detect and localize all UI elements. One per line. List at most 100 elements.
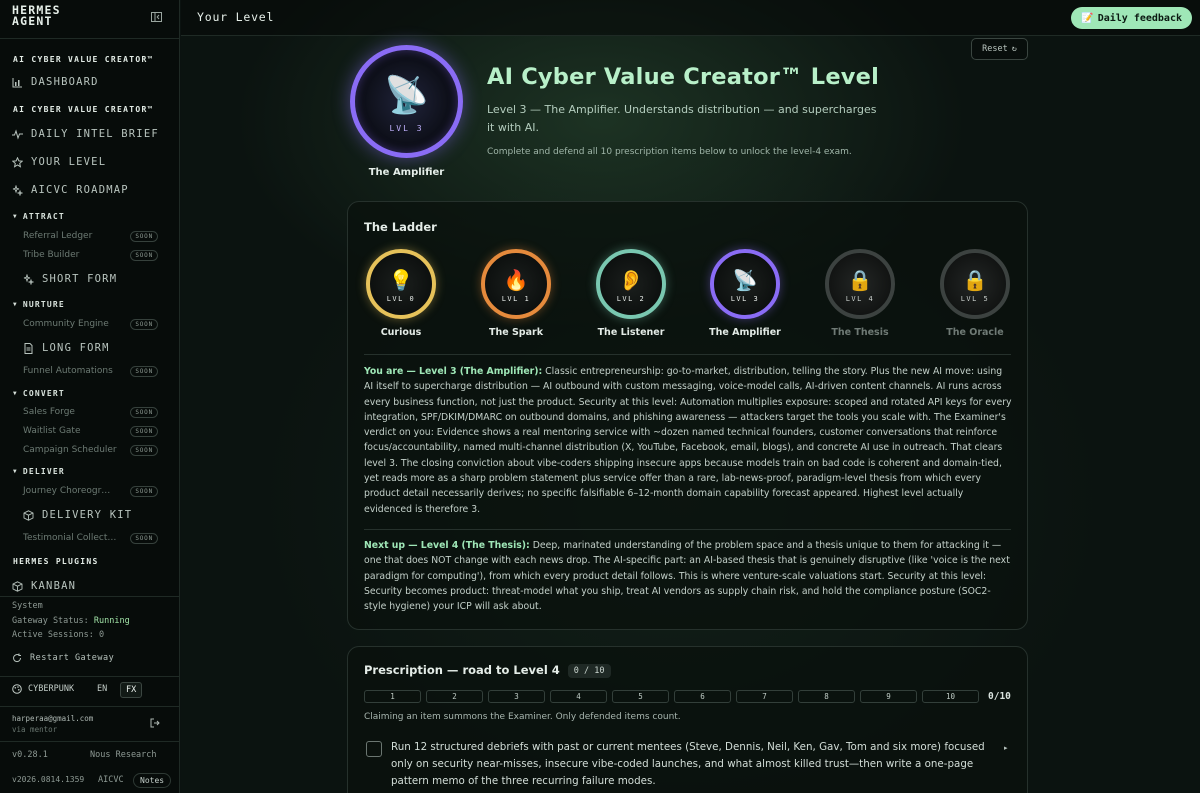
ladder-ring: 👂 LVL 2 [596,249,666,319]
plugins-title: HERMES PLUGINS [13,557,99,566]
level-glyph-icon: 💡 [388,268,414,292]
ladder-level-0: 💡 LVL 0 Curious [356,249,446,338]
level-badge: 📡 LVL 3 [350,45,463,158]
prescription-step-pill[interactable]: 5 [612,690,669,703]
level-glyph-icon: 📡 [732,268,758,292]
reset-label: Reset [982,44,1008,54]
sidebar-item-referral-ledger[interactable]: Referral Ledger SOON [23,229,158,243]
group-attract[interactable]: ▼ ATTRACT [13,212,65,221]
prescription-step-pill[interactable]: 7 [736,690,793,703]
ladder-level-2: 👂 LVL 2 The Listener [586,249,676,338]
item-label: Referral Ledger [23,231,93,241]
nav-label: DASHBOARD [31,76,99,88]
prescription-total: 0/10 [988,691,1011,702]
item-label: Waitlist Gate [23,426,81,436]
sidebar-item-journey-choreographer[interactable]: Journey Choreogr… SOON [23,484,158,498]
soon-badge: SOON [130,318,158,330]
prescription-item-checkbox[interactable] [366,741,382,757]
soon-badge: SOON [130,532,158,544]
group-deliver[interactable]: ▼ DELIVER [13,467,65,476]
nav-daily-intel-brief[interactable]: DAILY INTEL BRIEF [12,125,159,143]
ladder-level-4: 🔒 LVL 4 The Thesis [815,249,905,338]
item-label: Campaign Scheduler [23,445,117,455]
sidebar-item-tribe-builder[interactable]: Tribe Builder SOON [23,248,158,262]
soon-badge: SOON [130,249,158,261]
bar-chart-icon [12,77,22,87]
refresh-icon [13,653,22,663]
nav-aicvc-roadmap[interactable]: AICVC ROADMAP [12,181,129,199]
nav-short-form[interactable]: SHORT FORM [23,270,117,288]
level-glyph-icon: 🔥 [503,268,529,292]
ladder-level-label: LVL 1 [501,295,531,303]
brand-logo: HERMES AGENT [12,3,61,28]
version-label: v0.28.1 [12,750,48,760]
ladder-level-1: 🔥 LVL 1 The Spark [471,249,561,338]
star-icon [12,156,23,168]
group-nurture[interactable]: ▼ NURTURE [13,300,65,309]
nav-dashboard[interactable]: DASHBOARD [12,73,99,91]
feedback-label: Daily feedback [1097,12,1182,24]
prescription-step-pill[interactable]: 10 [922,690,979,703]
palette-icon [12,684,22,694]
lang-en-button[interactable]: EN [97,684,107,694]
nav-your-level[interactable]: YOUR LEVEL [12,153,106,171]
prescription-step-pill[interactable]: 6 [674,690,731,703]
nav-kanban[interactable]: KANBAN [12,577,76,595]
sidebar-item-community-engine[interactable]: Community Engine SOON [23,317,158,331]
sidebar-item-funnel-automations[interactable]: Funnel Automations SOON [23,364,158,378]
item-label: Tribe Builder [23,250,80,260]
prescription-step-pill[interactable]: 4 [550,690,607,703]
page-title: Your Level [197,10,275,24]
sidebar-item-sales-forge[interactable]: Sales Forge SOON [23,405,158,419]
prescription-card: Prescription — road to Level 4 0 / 10 123… [347,646,1028,793]
you-are-label: You are — Level 3 (The Amplifier): [364,366,543,377]
sidebar-item-testimonial-collector[interactable]: Testimonial Collect… SOON [23,531,158,545]
caret-down-icon: ▼ [13,390,18,397]
document-icon [24,342,33,354]
next-up-paragraph: Next up — Level 4 (The Thesis): Deep, ma… [364,538,1012,614]
nav-long-form[interactable]: LONG FORM [23,339,110,357]
sessions-label: Active Sessions: [12,630,94,640]
lock-icon: 🔒 [847,268,873,292]
chevron-right-icon[interactable]: ▸ [1004,744,1008,752]
daily-feedback-button[interactable]: 📝 Daily feedback [1071,7,1192,29]
prescription-step-pill[interactable]: 3 [488,690,545,703]
ladder-level-name: The Listener [597,327,665,338]
ladder-level-5: 🔒 LVL 5 The Oracle [930,249,1020,338]
notes-button[interactable]: Notes [133,773,172,788]
sidebar-item-campaign-scheduler[interactable]: Campaign Scheduler SOON [23,443,158,457]
prescription-step-pill[interactable]: 2 [426,690,483,703]
sidebar-item-waitlist-gate[interactable]: Waitlist Gate SOON [23,424,158,438]
system-status: System Gateway Status: Running Active Se… [12,599,130,643]
prescription-step-pill[interactable]: 8 [798,690,855,703]
level-description: Level 3 — The Amplifier. Understands dis… [487,103,877,134]
prescription-step-pill[interactable]: 9 [860,690,917,703]
prescription-title: Prescription — road to Level 4 0 / 10 [364,663,611,678]
sessions-value: 0 [99,630,105,640]
level-title: AI Cyber Value Creator™ Level [487,64,880,90]
prescription-step-pill[interactable]: 1 [364,690,421,703]
group-label: CONVERT [22,389,65,398]
soon-badge: SOON [130,230,158,242]
lock-icon: 🔒 [962,268,988,292]
ladder-level-label: LVL 5 [960,295,990,303]
nav-label: KANBAN [31,580,77,592]
sidebar-collapse-icon[interactable] [151,12,162,22]
nav-delivery-kit[interactable]: DELIVERY KIT [23,506,132,524]
prescription-note: Claiming an item summons the Examiner. O… [364,712,681,722]
ladder-ring: 🔥 LVL 1 [481,249,551,319]
satellite-dish-icon: 📡 [384,75,429,116]
reset-button[interactable]: Reset ↻ [971,38,1028,60]
group-label: DELIVER [22,467,65,476]
section-title: AI CYBER VALUE CREATOR™ [13,55,154,64]
group-label: NURTURE [22,300,65,309]
lang-fx-button[interactable]: FX [120,682,143,698]
group-convert[interactable]: ▼ CONVERT [13,389,65,398]
refresh-icon: ↻ [1011,44,1017,54]
logout-icon[interactable] [150,718,160,728]
theme-selector[interactable]: CYBERPUNK [12,684,74,694]
you-are-paragraph: You are — Level 3 (The Amplifier): Class… [364,364,1012,517]
gateway-label: Gateway Status: [12,615,89,626]
item-label: Funnel Automations [23,366,113,376]
restart-gateway-button[interactable]: Restart Gateway [12,653,114,663]
